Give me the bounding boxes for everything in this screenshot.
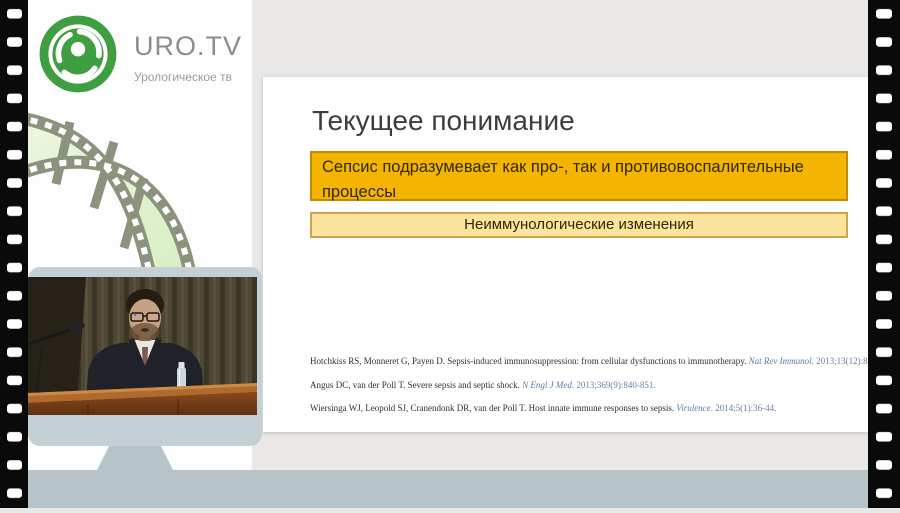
reference-item: Wiersinga WJ, Leopold SJ, Cranendonk DR,…: [310, 403, 866, 413]
monitor-stand: [97, 446, 173, 470]
film-reel-graphic-icon: [28, 100, 228, 285]
logo-text: URO.TV: [134, 32, 242, 60]
primary-highlight-box: Сепсис подразумевает как про-, так и про…: [310, 151, 848, 201]
film-strip-left: [0, 0, 28, 508]
secondary-highlight-box: Неиммунологические изменения: [310, 212, 848, 238]
presentation-slide: Текущее понимание Сепсис подразумевает к…: [263, 77, 868, 432]
speaker-video: [28, 277, 257, 415]
reference-authors: Hotchkiss RS, Monneret G, Payen D. Sepsi…: [310, 356, 749, 366]
logo-tagline: Урологическое тв: [134, 70, 242, 84]
speaker-monitor-frame: [28, 267, 262, 446]
film-strip-right: [868, 0, 900, 508]
uro-tv-logo: URO.TV Урологическое тв: [38, 14, 242, 94]
uro-tv-logo-mark-icon: [38, 14, 118, 94]
reference-citation: . 2014;5(1):36-44.: [711, 403, 777, 413]
reference-journal: N Engl J Med: [522, 380, 572, 390]
reference-item: Angus DC, van der Poll T. Severe sepsis …: [310, 380, 866, 390]
base-band: [0, 470, 900, 508]
references-block: Hotchkiss RS, Monneret G, Payen D. Sepsi…: [310, 356, 866, 427]
reference-authors: Wiersinga WJ, Leopold SJ, Cranendonk DR,…: [310, 403, 676, 413]
slide-title: Текущее понимание: [312, 105, 575, 137]
reference-authors: Angus DC, van der Poll T. Severe sepsis …: [310, 380, 522, 390]
reference-item: Hotchkiss RS, Monneret G, Payen D. Sepsi…: [310, 356, 866, 366]
reference-journal: Nat Rev Immunol: [749, 356, 812, 366]
reference-journal: Virulence: [676, 403, 710, 413]
reference-citation: . 2013;369(9):840-851.: [572, 380, 656, 390]
